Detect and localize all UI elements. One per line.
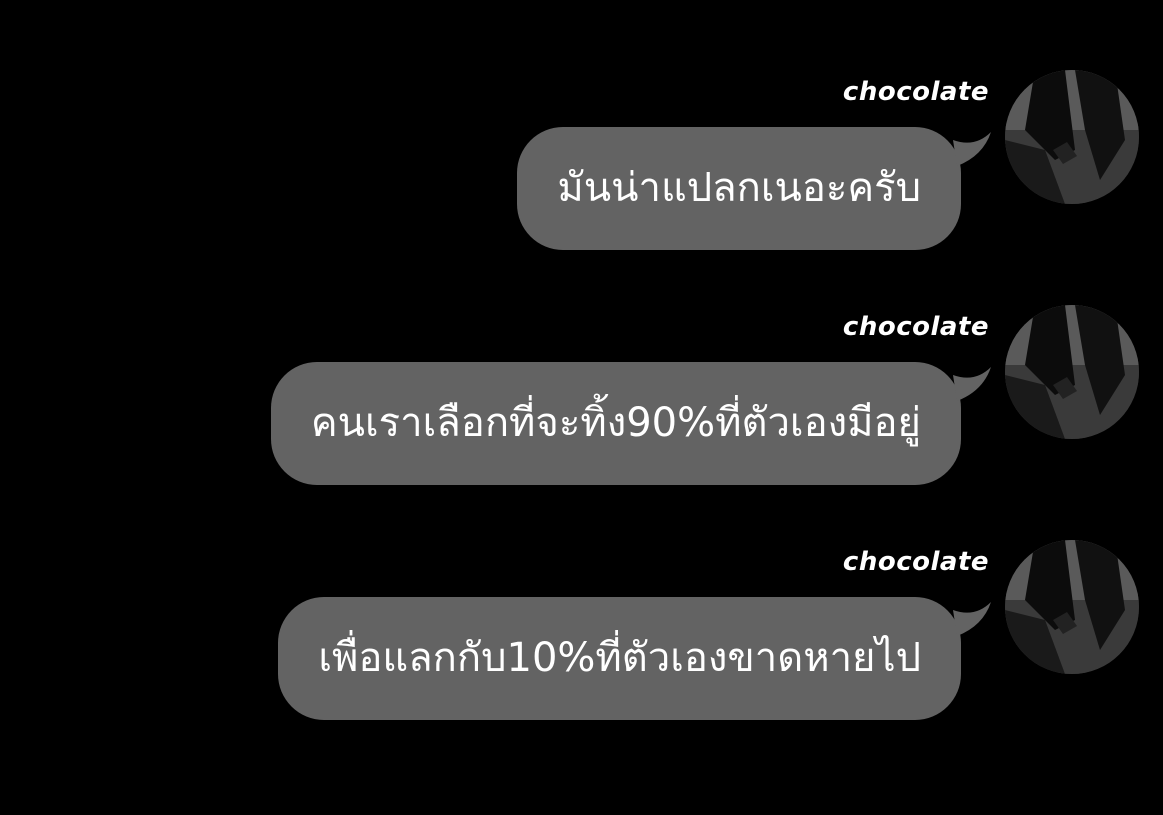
sender-name: chocolate [842,547,989,577]
message-bubble[interactable]: มันน่าแปลกเนอะครับ [517,127,961,250]
sender-name: chocolate [842,312,989,342]
sender-name: chocolate [842,77,989,107]
message-bubble[interactable]: เพื่อแลกกับ10%ที่ตัวเองขาดหายไป [278,597,961,720]
chat-thread: chocolate มันน่าแปลกเนอะครับ chocolate ค… [0,0,1163,815]
chat-message: chocolate คนเราเลือกที่จะทิ้ง90%ที่ตัวเอ… [0,305,1163,505]
message-bubble[interactable]: คนเราเลือกที่จะทิ้ง90%ที่ตัวเองมีอยู่ [270,362,961,485]
avatar-photo-icon[interactable] [1005,70,1139,204]
avatar-photo-icon[interactable] [1005,305,1139,439]
chat-message: chocolate มันน่าแปลกเนอะครับ [0,70,1163,270]
avatar-photo-icon[interactable] [1005,540,1139,674]
chat-message: chocolate เพื่อแลกกับ10%ที่ตัวเองขาดหายไ… [0,540,1163,740]
